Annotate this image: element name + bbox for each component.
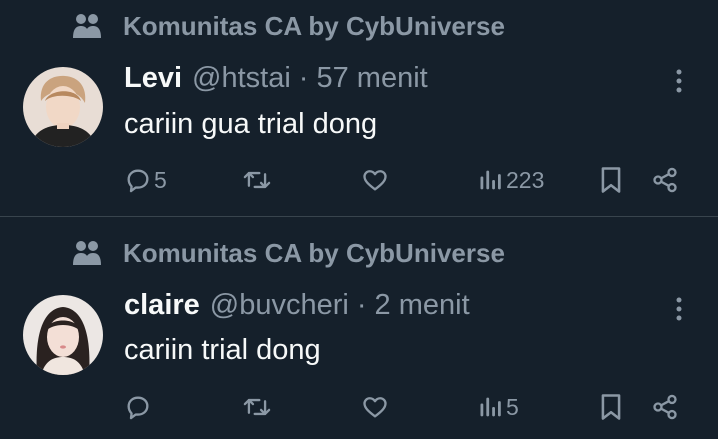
- reply-icon: [124, 166, 152, 194]
- timestamp[interactable]: 57 menit: [316, 62, 427, 95]
- community-label[interactable]: Komunitas CA by CybUniverse: [72, 9, 505, 43]
- reply-button[interactable]: 5: [124, 163, 167, 197]
- more-vertical-icon[interactable]: [667, 294, 691, 324]
- reply-icon: [124, 393, 152, 421]
- timestamp[interactable]: 2 menit: [375, 289, 470, 322]
- tweet-text: cariin trial dong: [124, 334, 321, 366]
- share-icon: [651, 393, 679, 421]
- people-icon: [72, 240, 102, 266]
- bookmark-button[interactable]: [598, 390, 624, 424]
- avatar[interactable]: [23, 295, 103, 375]
- reply-button[interactable]: [124, 390, 154, 424]
- share-button[interactable]: [651, 390, 679, 424]
- display-name[interactable]: claire: [124, 289, 200, 322]
- views-button[interactable]: 223: [478, 163, 544, 197]
- people-icon: [72, 13, 102, 39]
- views-count: 223: [506, 166, 545, 193]
- bookmark-button[interactable]: [598, 163, 624, 197]
- bookmark-icon: [598, 165, 624, 195]
- tweet-header: claire @buvcheri · 2 menit: [124, 289, 470, 325]
- bookmark-icon: [598, 392, 624, 422]
- views-icon: [478, 393, 504, 421]
- action-bar: 5: [0, 163, 718, 197]
- heart-icon: [361, 166, 389, 194]
- reply-count: 5: [154, 166, 167, 193]
- heart-icon: [361, 393, 389, 421]
- community-label[interactable]: Komunitas CA by CybUniverse: [72, 236, 505, 270]
- retweet-icon: [242, 166, 272, 194]
- separator-dot: ·: [298, 62, 309, 94]
- separator-dot: ·: [356, 289, 367, 321]
- action-bar: 5: [0, 390, 718, 424]
- like-button[interactable]: [361, 163, 389, 197]
- tweet[interactable]: Komunitas CA by CybUniverse claire @buvc…: [0, 217, 718, 439]
- user-handle[interactable]: @buvcheri: [210, 289, 349, 322]
- community-name[interactable]: Komunitas CA by CybUniverse: [123, 11, 505, 42]
- timeline-feed: Komunitas CA by CybUniverse Levi @htstai…: [0, 0, 718, 439]
- user-handle[interactable]: @htstai: [192, 62, 291, 95]
- retweet-button[interactable]: [242, 390, 272, 424]
- tweet-header: Levi @htstai · 57 menit: [124, 62, 428, 98]
- views-button[interactable]: 5: [478, 390, 519, 424]
- more-vertical-icon[interactable]: [667, 66, 691, 96]
- like-button[interactable]: [361, 390, 389, 424]
- avatar[interactable]: [23, 67, 103, 147]
- share-icon: [651, 166, 679, 194]
- retweet-button[interactable]: [242, 163, 272, 197]
- views-icon: [478, 166, 504, 194]
- display-name[interactable]: Levi: [124, 62, 182, 95]
- retweet-icon: [242, 393, 272, 421]
- community-name[interactable]: Komunitas CA by CybUniverse: [123, 238, 505, 269]
- share-button[interactable]: [651, 163, 679, 197]
- tweet-text: cariin gua trial dong: [124, 108, 378, 140]
- views-count: 5: [506, 393, 519, 420]
- tweet[interactable]: Komunitas CA by CybUniverse Levi @htstai…: [0, 0, 718, 216]
